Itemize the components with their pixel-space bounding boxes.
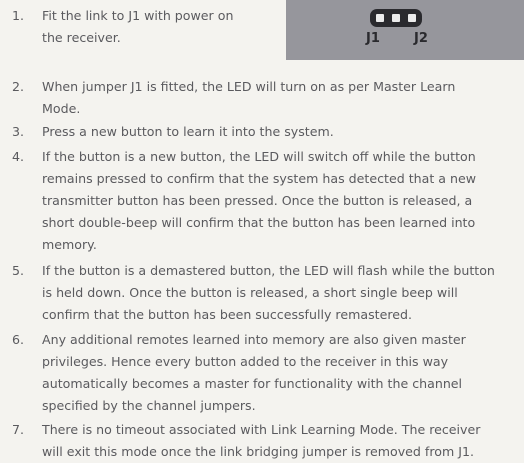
- step-text: Fit the link to J1 with power on the rec…: [42, 5, 524, 49]
- step-line: automatically becomes a master for funct…: [42, 376, 463, 391]
- step-line: remains pressed to confirm that the syst…: [42, 171, 477, 186]
- step-line: If the button is a new button, the LED w…: [42, 149, 476, 164]
- step-number: 3.: [12, 124, 25, 139]
- step-text: If the button is a new button, the LED w…: [42, 146, 524, 256]
- step-line: If the button is a demastered button, th…: [42, 263, 495, 278]
- step-number: 4.: [12, 149, 25, 164]
- step-line: Press a new button to learn it into the …: [42, 124, 334, 139]
- step-line: Fit the link to J1 with power on: [42, 8, 234, 23]
- step-text: Any additional remotes learned into memo…: [42, 329, 524, 417]
- step-text: There is no timeout associated with Link…: [42, 419, 524, 463]
- step-line: is held down. Once the button is release…: [42, 285, 458, 300]
- step-line: will exit this mode once the link bridgi…: [42, 444, 474, 459]
- step-line: There is no timeout associated with Link…: [42, 422, 481, 437]
- step-text: Press a new button to learn it into the …: [42, 121, 524, 143]
- instruction-page: J1 J2 1. Fit the link to J1 with power o…: [0, 0, 524, 459]
- step-number: 1.: [12, 8, 25, 23]
- step-number: 6.: [12, 332, 25, 347]
- step-line: transmitter button has been pressed. Onc…: [42, 193, 473, 208]
- step-line: the receiver.: [42, 30, 121, 45]
- step-line: Mode.: [42, 101, 81, 116]
- step-line: short double-beep will confirm that the …: [42, 215, 476, 230]
- step-line: confirm that the button has been success…: [42, 307, 412, 322]
- step-text: When jumper J1 is fitted, the LED will t…: [42, 76, 524, 120]
- step-line: memory.: [42, 237, 97, 252]
- step-number: 5.: [12, 263, 25, 278]
- step-number: 7.: [12, 422, 25, 437]
- step-line: specified by the channel jumpers.: [42, 398, 256, 413]
- step-line: When jumper J1 is fitted, the LED will t…: [42, 79, 456, 94]
- step-line: privileges. Hence every button added to …: [42, 354, 449, 369]
- step-text: If the button is a demastered button, th…: [42, 260, 524, 326]
- step-line: Any additional remotes learned into memo…: [42, 332, 466, 347]
- step-number: 2.: [12, 79, 25, 94]
